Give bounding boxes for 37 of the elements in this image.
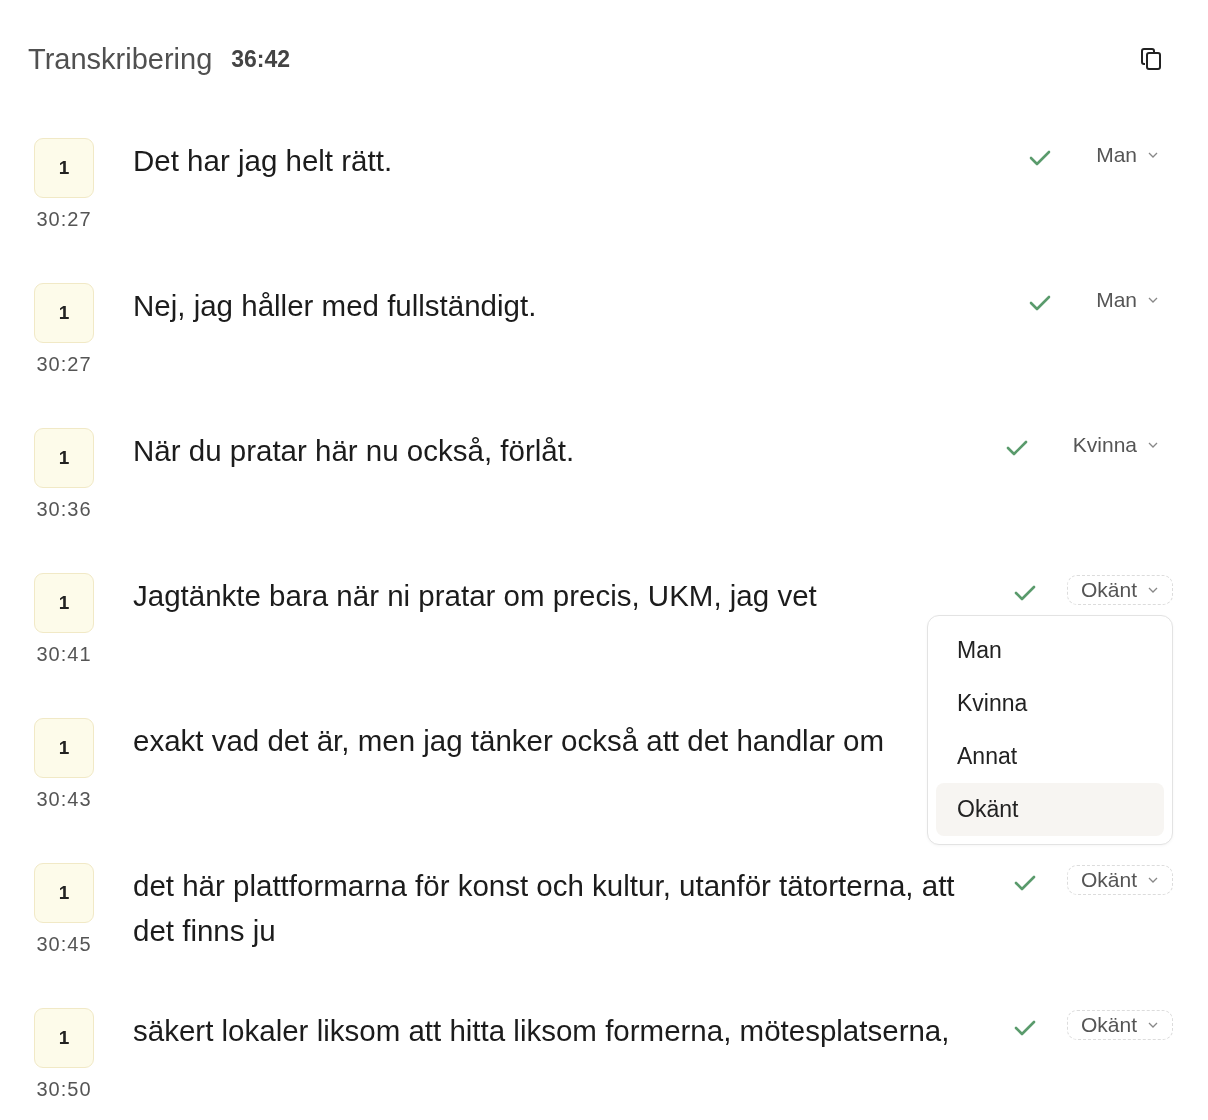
- speaker-number-badge: 1: [34, 718, 94, 778]
- menu-option[interactable]: Annat: [936, 730, 1164, 783]
- chevron-down-icon: [1148, 152, 1158, 158]
- transcript-text: Jagtänkte bara när ni pratar om precis, UKM, jag vet: [133, 579, 817, 612]
- timestamp: 30:43: [36, 787, 92, 811]
- timestamp: 30:41: [36, 642, 92, 666]
- speaker-number-badge: 1: [34, 428, 94, 488]
- menu-option[interactable]: Man: [936, 624, 1164, 677]
- timestamp: 30:27: [36, 207, 92, 231]
- duration-label: 36:42: [231, 45, 291, 73]
- chevron-down-icon: [1148, 877, 1158, 883]
- speaker-number-badge: 1: [34, 1008, 94, 1068]
- speaker-dropdown[interactable]: Okänt: [1066, 575, 1173, 605]
- timestamp: 30:27: [36, 352, 92, 376]
- speaker-number-badge: 1: [34, 573, 94, 633]
- chevron-down-icon: [1148, 587, 1158, 593]
- chevron-down-icon: [1148, 297, 1158, 303]
- transcript-text: säkert lokaler liksom att hitta liksom formerna, mötesplatserna,: [133, 1014, 950, 1047]
- chevron-down-icon: [1148, 1022, 1158, 1028]
- transcript-text: Nej, jag håller med fullständigt.: [133, 289, 537, 322]
- menu-option[interactable]: Okänt: [936, 783, 1164, 836]
- timestamp: 30:50: [36, 1077, 92, 1101]
- transcript-text: det här plattformarna för konst och kultur, utanför tätorterna, att det finns ju: [133, 869, 955, 947]
- menu-option[interactable]: Kvinna: [936, 677, 1164, 730]
- transcript-text: exakt vad det är, men jag tänker också att det handlar om: [133, 724, 885, 757]
- copy-icon[interactable]: [1141, 48, 1161, 70]
- panel-title: Transkribering: [28, 42, 213, 76]
- transcript-text: När du pratar här nu också, förlåt.: [133, 434, 575, 467]
- speaker-number-badge: 1: [34, 863, 94, 923]
- speaker-number-badge: 1: [34, 283, 94, 343]
- timestamp: 30:36: [36, 497, 92, 521]
- speaker-dropdown[interactable]: Okänt: [1066, 1010, 1173, 1040]
- transcript-text: Det har jag helt rätt.: [133, 144, 393, 177]
- speaker-dropdown[interactable]: Okänt: [1066, 865, 1173, 895]
- speaker-number-badge: 1: [34, 138, 94, 198]
- timestamp: 30:45: [36, 932, 92, 956]
- chevron-down-icon: [1148, 442, 1158, 448]
